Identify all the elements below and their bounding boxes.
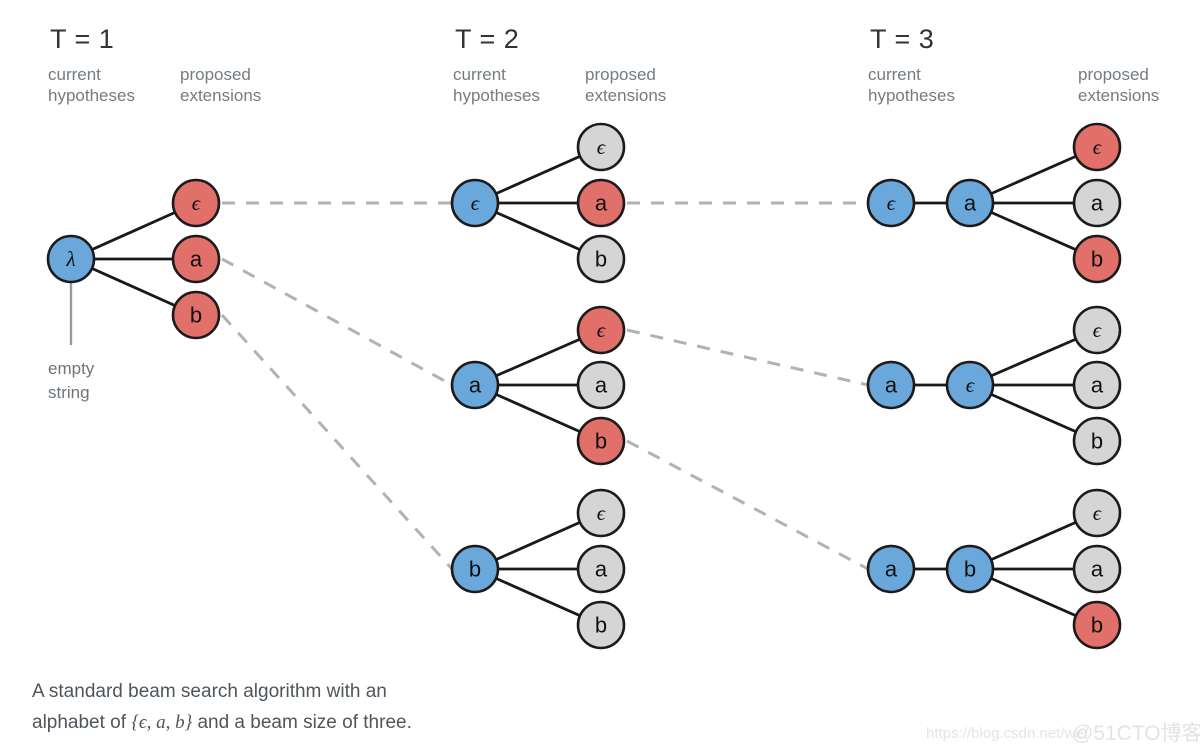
node-t3-g3-ext-2[interactable]: a [1072, 544, 1122, 594]
node-label-t3-g3-ext-2: a [1091, 557, 1104, 582]
node-t3-cur-1b[interactable]: a [945, 178, 995, 228]
watermark-url: https://blog.csdn.net/wei [926, 725, 1087, 742]
node-t3-g2-ext-3[interactable]: b [1072, 416, 1122, 466]
node-label-t2-cur-3: b [469, 557, 481, 582]
t3-proposed-label-line2: extensions [1078, 86, 1159, 105]
node-t3-cur-1a[interactable]: ϵ [866, 178, 916, 228]
node-label-t1-root: λ [65, 247, 75, 271]
t3-current-label-line2: hypotheses [868, 86, 955, 105]
node-t2-cur-2[interactable]: a [450, 360, 500, 410]
node-label-t3-cur-3b: b [964, 557, 976, 582]
node-label-t2-g1-ext-3: b [595, 247, 607, 272]
caption-line-2: alphabet of {ϵ, a, b} and a beam size of… [32, 712, 412, 733]
node-t2-g3-ext-2[interactable]: a [576, 544, 626, 594]
beam-search-diagram: T = 1 current hypotheses proposed extens… [0, 0, 1200, 755]
node-label-t1-ext-3: b [190, 303, 202, 328]
step-label-t1: T = 1 [50, 24, 114, 54]
node-t2-g3-ext-3[interactable]: b [576, 600, 626, 650]
t1-current-label-line1: current [48, 65, 101, 84]
empty-string-annotation-line2: string [48, 383, 90, 402]
t2-proposed-label-line1: proposed [585, 65, 656, 84]
node-t1-ext-1[interactable]: ϵ [171, 178, 221, 228]
t3-proposed-label-line1: proposed [1078, 65, 1149, 84]
t2-current-label-line2: hypotheses [453, 86, 540, 105]
caption-line-2-suffix: and a beam size of three. [192, 712, 412, 733]
node-label-t2-g3-ext-2: a [595, 557, 608, 582]
empty-string-annotation-line1: empty [48, 359, 95, 378]
node-t2-g1-ext-3[interactable]: b [576, 234, 626, 284]
node-label-t2-cur-2: a [469, 373, 482, 398]
node-t3-g3-ext-3[interactable]: b [1072, 600, 1122, 650]
t1-current-label-line2: hypotheses [48, 86, 135, 105]
node-t3-g3-ext-1[interactable]: ϵ [1072, 488, 1122, 538]
node-t2-cur-1[interactable]: ϵ [450, 178, 500, 228]
node-label-t2-g1-ext-2: a [595, 191, 608, 216]
node-label-t3-g2-ext-3: b [1091, 429, 1103, 454]
watermark-brand: @51CTO博客 [1072, 722, 1200, 745]
node-label-t3-cur-2a: a [885, 373, 898, 398]
node-t2-g2-ext-3[interactable]: b [576, 416, 626, 466]
node-label-t3-g1-ext-2: a [1091, 191, 1104, 216]
node-t2-cur-3[interactable]: b [450, 544, 500, 594]
t2-current-label-line1: current [453, 65, 506, 84]
t2-proposed-label-line2: extensions [585, 86, 666, 105]
node-label-t1-ext-2: a [190, 247, 203, 272]
node-t2-g1-ext-2[interactable]: a [576, 178, 626, 228]
t1-proposed-label-line2: extensions [180, 86, 261, 105]
node-t3-cur-3a[interactable]: a [866, 544, 916, 594]
node-label-t3-g3-ext-3: b [1091, 613, 1103, 638]
node-label-t3-g2-ext-2: a [1091, 373, 1104, 398]
node-label-t2-g2-ext-2: a [595, 373, 608, 398]
node-t1-root[interactable]: λ [46, 234, 96, 284]
node-label-t3-cur-1b: a [964, 191, 977, 216]
node-t3-g1-ext-1[interactable]: ϵ [1072, 122, 1122, 172]
step-label-t2: T = 2 [455, 24, 519, 54]
node-t3-g2-ext-1[interactable]: ϵ [1072, 305, 1122, 355]
node-t3-cur-3b[interactable]: b [945, 544, 995, 594]
node-t1-ext-2[interactable]: a [171, 234, 221, 284]
watermark: https://blog.csdn.net/wei @51CTO博客 [926, 722, 1200, 745]
step-label-t3: T = 3 [870, 24, 934, 54]
node-label-t3-cur-3a: a [885, 557, 898, 582]
node-t3-cur-2a[interactable]: a [866, 360, 916, 410]
node-t2-g3-ext-1[interactable]: ϵ [576, 488, 626, 538]
node-label-t2-g2-ext-3: b [595, 429, 607, 454]
node-t3-g1-ext-3[interactable]: b [1072, 234, 1122, 284]
node-t3-cur-2b[interactable]: ϵ [945, 360, 995, 410]
node-t2-g2-ext-1[interactable]: ϵ [576, 305, 626, 355]
t3-current-label-line1: current [868, 65, 921, 84]
node-t3-g2-ext-2[interactable]: a [1072, 360, 1122, 410]
node-t2-g1-ext-1[interactable]: ϵ [576, 122, 626, 172]
caption-alphabet-set: {ϵ, a, b} [131, 712, 192, 733]
node-label-t3-g1-ext-3: b [1091, 247, 1103, 272]
t1-proposed-label-line1: proposed [180, 65, 251, 84]
node-t1-ext-3[interactable]: b [171, 290, 221, 340]
caption-line-2-prefix: alphabet of [32, 712, 131, 733]
caption-line-1: A standard beam search algorithm with an [32, 681, 387, 702]
node-t2-g2-ext-2[interactable]: a [576, 360, 626, 410]
node-t3-g1-ext-2[interactable]: a [1072, 178, 1122, 228]
node-label-t2-g3-ext-3: b [595, 613, 607, 638]
